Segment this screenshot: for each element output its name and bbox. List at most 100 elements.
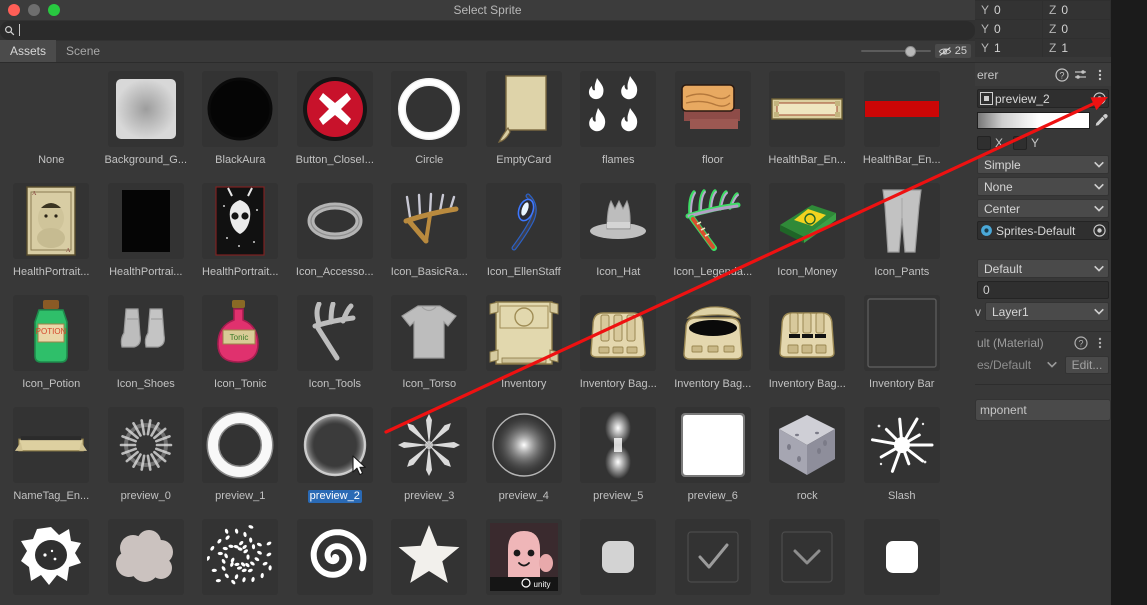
sprite-item-floor[interactable]: floor (666, 63, 761, 175)
material-object-field[interactable]: Sprites-Default (977, 221, 1109, 240)
slider-knob[interactable] (905, 46, 917, 57)
sprite-item-unnamed-46[interactable] (571, 511, 666, 605)
kebab-menu-icon[interactable] (1093, 336, 1107, 350)
sprite-item-unnamed-48[interactable] (760, 511, 855, 605)
sprite-item-inventory-bag[interactable]: Inventory Bag... (666, 287, 761, 399)
sprite-item-inventory-bag[interactable]: Inventory Bag... (571, 287, 666, 399)
object-picker-icon[interactable] (1093, 224, 1106, 237)
sprite-item-unnamed-49[interactable] (855, 511, 950, 605)
sprite-item-icon-pants[interactable]: Icon_Pants (855, 175, 950, 287)
sprite-item-icon-shoes[interactable]: Icon_Shoes (99, 287, 194, 399)
sprite-item-icon-ellenstaff[interactable]: Icon_EllenStaff (477, 175, 572, 287)
hidden-eye-icon (938, 46, 952, 56)
sprite-item-icon-accesso[interactable]: Icon_Accesso... (288, 175, 383, 287)
sprite-label: Icon_Accesso... (295, 266, 374, 278)
sprite-sort-point-dropdown[interactable]: Center (977, 199, 1109, 218)
sprite-item-icon-money[interactable]: Icon_Money (760, 175, 855, 287)
sprite-item-inventory-bag[interactable]: Inventory Bag... (760, 287, 855, 399)
rotation-z-field[interactable]: Z 0 (1043, 20, 1111, 38)
flip-x-checkbox[interactable] (977, 136, 991, 150)
sprite-item-background-g[interactable]: Background_G... (99, 63, 194, 175)
sprite-label: flames (602, 154, 635, 166)
sprite-item-nametag-en[interactable]: NameTag_En... (4, 399, 99, 511)
tab-scene[interactable]: Scene (56, 40, 110, 62)
hidden-count-badge[interactable]: 25 (934, 44, 971, 58)
mask-interaction-dropdown[interactable]: None (977, 177, 1109, 196)
sprite-item-preview-4[interactable]: preview_4 (477, 399, 572, 511)
preset-icon[interactable] (1074, 68, 1088, 82)
sprite-item-preview-0[interactable]: preview_0 (99, 399, 194, 511)
sprite-item-unnamed-45[interactable]: unity (477, 511, 572, 605)
sprite-item-unnamed-41[interactable] (99, 511, 194, 605)
order-in-layer-field[interactable]: 0 (977, 281, 1109, 299)
sprite-thumbnail: POTION (13, 295, 90, 371)
sprite-item-inventory[interactable]: Inventory (477, 287, 572, 399)
sprite-item-emptycard[interactable]: EmptyCard (477, 63, 572, 175)
object-picker-icon[interactable] (1093, 92, 1106, 105)
search-input[interactable] (17, 22, 975, 39)
sprite-item-healthbar-en[interactable]: HealthBar_En... (855, 63, 950, 175)
slider-track (860, 50, 931, 52)
sprite-item-preview-5[interactable]: preview_5 (571, 399, 666, 511)
sprite-item-healthportrait[interactable]: HealthPortrait... (193, 175, 288, 287)
sprite-item-icon-hat[interactable]: Icon_Hat (571, 175, 666, 287)
sprite-item-blackaura[interactable]: BlackAura (193, 63, 288, 175)
sprite-thumbnail (202, 71, 279, 147)
color-field[interactable] (977, 111, 1109, 130)
shader-dropdown[interactable]: es/Default (975, 356, 1061, 374)
sprite-item-preview-3[interactable]: preview_3 (382, 399, 477, 511)
kebab-menu-icon[interactable] (1093, 68, 1107, 82)
sprite-item-icon-basicra[interactable]: Icon_BasicRa... (382, 175, 477, 287)
scale-y-field[interactable]: Y 1 (975, 39, 1043, 57)
sprite-item-icon-potion[interactable]: POTION Icon_Potion (4, 287, 99, 399)
sprite-item-slash[interactable]: Slash (855, 399, 950, 511)
sprite-item-inventory-bar[interactable]: Inventory Bar (855, 287, 950, 399)
edit-shader-button[interactable]: Edit... (1065, 355, 1109, 374)
scale-z-field[interactable]: Z 1 (1043, 39, 1111, 57)
sprite-item-icon-torso[interactable]: Icon_Torso (382, 287, 477, 399)
position-y-field[interactable]: Y 0 (975, 1, 1043, 19)
sprite-item-healthportrai[interactable]: HealthPortrai... (99, 175, 194, 287)
sprite-item-icon-tonic[interactable]: Tonic Icon_Tonic (193, 287, 288, 399)
chevron-down-icon (1094, 265, 1104, 272)
sprite-item-icon-legenda[interactable]: Icon_Legenda... (666, 175, 761, 287)
sprite-item-healthportrait[interactable]: A A HealthPortrait... (4, 175, 99, 287)
sprite-item-unnamed-44[interactable] (382, 511, 477, 605)
sprite-label: Icon_Potion (22, 378, 81, 390)
position-z-field[interactable]: Z 0 (1043, 1, 1111, 19)
sprite-item-healthbar-en[interactable]: HealthBar_En... (760, 63, 855, 175)
add-component-button[interactable]: mponent (975, 399, 1111, 421)
sprite-item-preview-1[interactable]: preview_1 (193, 399, 288, 511)
sprite-grid-scroll[interactable]: None Background_G... BlackAura Button_Close… (0, 63, 975, 605)
sprite-item-circle[interactable]: Circle (382, 63, 477, 175)
sprite-item-unnamed-47[interactable] (666, 511, 761, 605)
help-icon[interactable]: ? (1055, 67, 1069, 82)
sprite-thumbnail (485, 295, 562, 371)
sprite-item-rock[interactable]: rock (760, 399, 855, 511)
chevron-down-icon (1094, 205, 1104, 212)
axis-label-z: Z (1049, 41, 1057, 55)
sprite-item-none[interactable]: None (4, 63, 99, 175)
shader-row: es/Default Edit... (975, 355, 1109, 374)
rotation-y-field[interactable]: Y 0 (975, 20, 1043, 38)
sprite-item-unnamed-43[interactable] (288, 511, 383, 605)
sprite-item-flames[interactable]: flames (571, 63, 666, 175)
help-icon[interactable]: ? (1074, 335, 1088, 350)
sprite-label: preview_0 (120, 490, 171, 502)
sprite-item-button-closei[interactable]: Button_CloseI... (288, 63, 383, 175)
sprite-item-unnamed-40[interactable] (4, 511, 99, 605)
color-swatch[interactable] (977, 112, 1090, 129)
draw-mode-dropdown[interactable]: Simple (977, 155, 1109, 174)
sprite-item-icon-tools[interactable]: Icon_Tools (288, 287, 383, 399)
sorting-layer-dropdown[interactable]: Default (977, 259, 1109, 278)
flip-y-checkbox[interactable] (1013, 136, 1028, 150)
tab-assets[interactable]: Assets (0, 40, 57, 62)
material-icon (981, 225, 992, 236)
layer-dropdown[interactable]: Layer1 (985, 302, 1109, 321)
search-field[interactable] (0, 21, 975, 40)
thumbnail-size-slider[interactable] (860, 44, 931, 58)
sprite-item-preview-6[interactable]: preview_6 (666, 399, 761, 511)
sprite-object-field[interactable]: preview_2 (977, 89, 1109, 108)
eyedropper-icon[interactable] (1093, 112, 1109, 129)
sprite-item-unnamed-42[interactable] (193, 511, 288, 605)
